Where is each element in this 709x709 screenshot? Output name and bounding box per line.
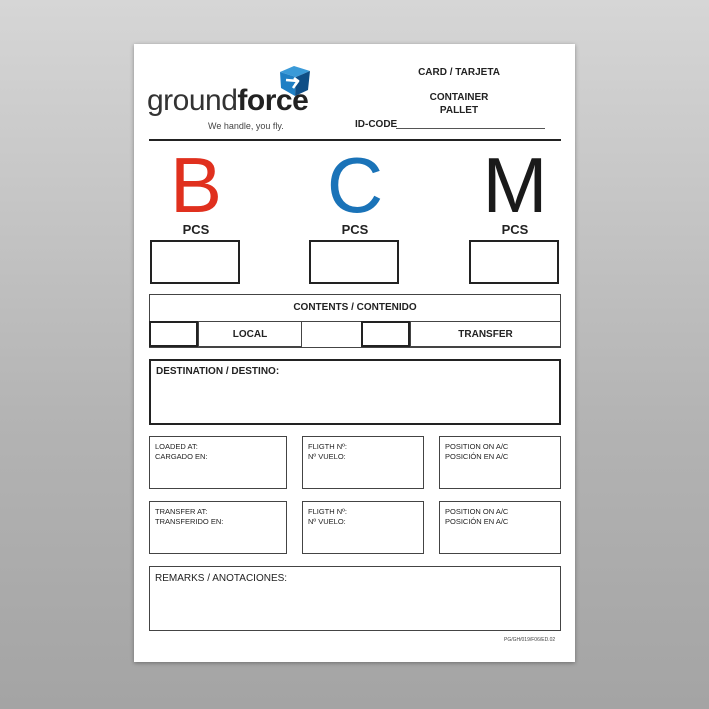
transfer-label: TRANSFER — [410, 321, 561, 347]
contents-title: CONTENTS / CONTENIDO — [293, 302, 417, 313]
cargado-en-label: CARGADO EN: — [155, 452, 208, 461]
brand-tagline: We handle, you fly. — [208, 121, 284, 131]
position-on-ac-label: POSITION ON A/C — [445, 442, 509, 451]
pcs-box-m[interactable] — [469, 240, 559, 284]
loaded-position-field[interactable]: POSITION ON A/C POSICIÓN EN A/C — [439, 436, 561, 489]
posicion-en-ac-label: POSICIÓN EN A/C — [445, 452, 509, 461]
id-code-label: ID-CODE — [355, 119, 398, 130]
pallet-label: PALLET — [439, 105, 479, 116]
loaded-flight-field[interactable]: FLIGTH Nº: Nº VUELO: — [302, 436, 424, 489]
transfer-at-field[interactable]: TRANSFER AT: TRANSFERIDO EN: — [149, 501, 287, 554]
pcs-label-b: PCS — [182, 222, 210, 237]
pcs-label-c: PCS — [341, 222, 369, 237]
pcs-label-m: PCS — [501, 222, 529, 237]
container-label: CONTAINER — [429, 92, 489, 103]
category-letter-m: M — [482, 141, 548, 229]
destination-field[interactable]: DESTINATION / DESTINO: — [149, 359, 561, 425]
id-code-field[interactable] — [396, 128, 545, 129]
vuelo-no-label: Nº VUELO: — [308, 517, 346, 526]
local-label: LOCAL — [198, 321, 302, 347]
transfer-checkbox[interactable] — [361, 321, 410, 347]
remarks-field[interactable]: REMARKS / ANOTACIONES: — [149, 566, 561, 631]
transfer-flight-field[interactable]: FLIGTH Nº: Nº VUELO: — [302, 501, 424, 554]
card-title: CARD / TARJETA — [418, 67, 500, 78]
position-on-ac-label: POSITION ON A/C — [445, 507, 509, 516]
loaded-at-label: LOADED AT: — [155, 442, 198, 451]
remarks-label: REMARKS / ANOTACIONES: — [155, 573, 288, 584]
posicion-en-ac-label: POSICIÓN EN A/C — [445, 517, 509, 526]
category-letter-c: C — [326, 141, 384, 229]
brand-cube-icon — [280, 66, 310, 96]
destination-label: DESTINATION / DESTINO: — [156, 366, 280, 377]
transferido-en-label: TRANSFERIDO EN: — [155, 517, 224, 526]
pcs-box-b[interactable] — [150, 240, 240, 284]
document-code: PG/GH/019/F06/ED.02 — [504, 637, 556, 643]
ramp-card: groundforce We handle, you fly. CARD / T… — [134, 44, 575, 662]
loaded-at-field[interactable]: LOADED AT: CARGADO EN: — [149, 436, 287, 489]
flight-no-label: FLIGTH Nº: — [308, 442, 347, 451]
transfer-position-field[interactable]: POSITION ON A/C POSICIÓN EN A/C — [439, 501, 561, 554]
vuelo-no-label: Nº VUELO: — [308, 452, 346, 461]
category-letter-b: B — [169, 141, 223, 229]
transfer-at-label: TRANSFER AT: — [155, 507, 208, 516]
pcs-box-c[interactable] — [309, 240, 399, 284]
brand-name-light: ground — [147, 84, 238, 117]
local-checkbox[interactable] — [149, 321, 198, 347]
flight-no-label: FLIGTH Nº: — [308, 507, 347, 516]
